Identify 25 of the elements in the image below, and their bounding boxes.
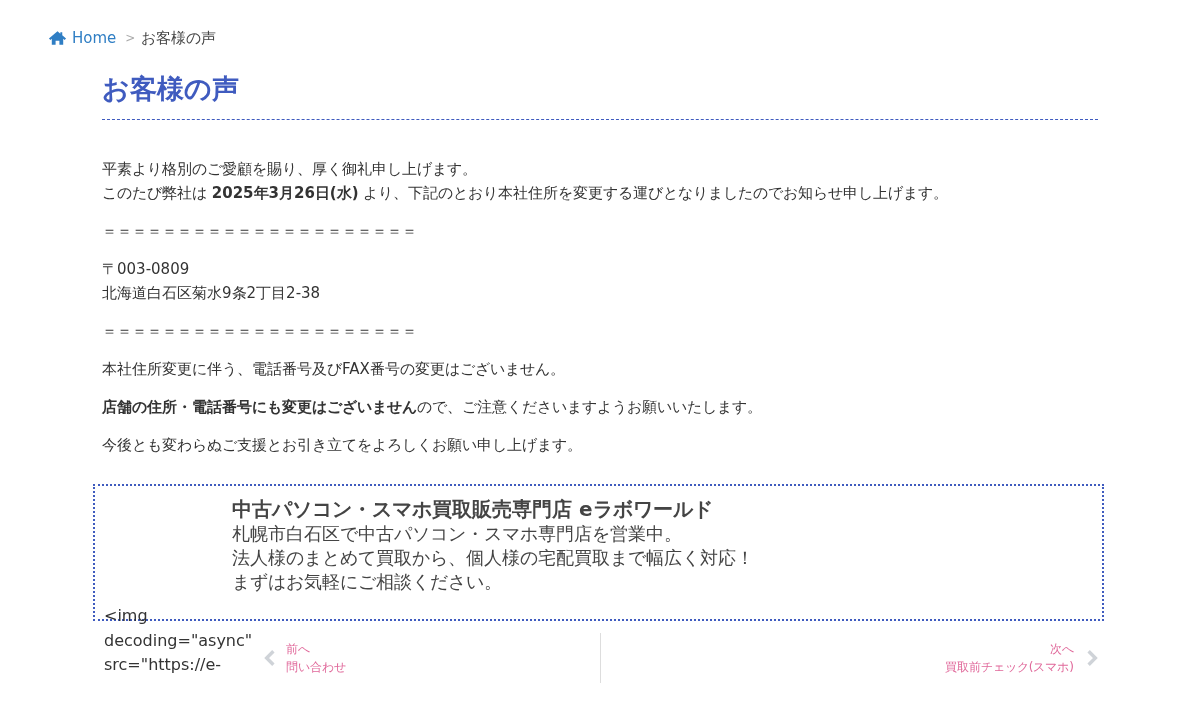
- next-post-link[interactable]: 次へ 買取前チェック(スマホ): [601, 633, 1098, 684]
- breadcrumb-current: お客様の声: [141, 28, 217, 48]
- body-text: 今後とも変わらぬご支援とお引き立てをよろしくお願い申し上げます。: [102, 435, 582, 457]
- raw-code-text: <img: [104, 605, 148, 628]
- body-text: このたび弊社は 2025年3月26日(水) より、下記のとおり本社住所を変更する運びとなりましたのでお知らせ申し上げます。: [102, 183, 949, 205]
- raw-code-text: decoding="async": [104, 629, 253, 652]
- shop-name: 中古パソコン・スマホ買取販売専門店 eラボワールド: [232, 496, 713, 523]
- shop-description: 法人様のまとめて買取から、個人様の宅配買取まで幅広く対応！: [232, 547, 754, 571]
- body-text: 本社住所変更に伴う、電話番号及びFAX番号の変更はございません。: [102, 359, 565, 381]
- home-icon: [48, 30, 67, 46]
- previous-post-link[interactable]: 前へ 問い合わせ: [264, 640, 346, 677]
- body-text: ＝＝＝＝＝＝＝＝＝＝＝＝＝＝＝＝＝＝＝＝＝: [102, 321, 417, 343]
- chevron-right-icon: [1086, 649, 1098, 668]
- shop-description: 札幌市白石区で中古パソコン・スマホ専門店を営業中。: [232, 523, 682, 547]
- body-text: 店舗の住所・電話番号にも変更はございませんので、ご注意くださいますようお願いいたします。: [102, 397, 762, 419]
- chevron-left-icon: [264, 649, 276, 668]
- page-title: お客様の声: [102, 73, 1098, 121]
- shop-description: まずはお気軽にご相談ください。: [232, 571, 502, 595]
- home-link[interactable]: Home: [48, 29, 117, 47]
- body-text: ＝＝＝＝＝＝＝＝＝＝＝＝＝＝＝＝＝＝＝＝＝: [102, 221, 417, 243]
- raw-code-text: src="https://e-: [104, 654, 222, 677]
- breadcrumb-separator: >: [125, 31, 136, 45]
- body-text: 平素より格別のご愛顧を賜り、厚く御礼申し上げます。: [102, 159, 477, 181]
- body-text: 〒003-0809: [102, 259, 190, 281]
- body-text: 北海道白石区菊水9条2丁目2-38: [102, 283, 321, 305]
